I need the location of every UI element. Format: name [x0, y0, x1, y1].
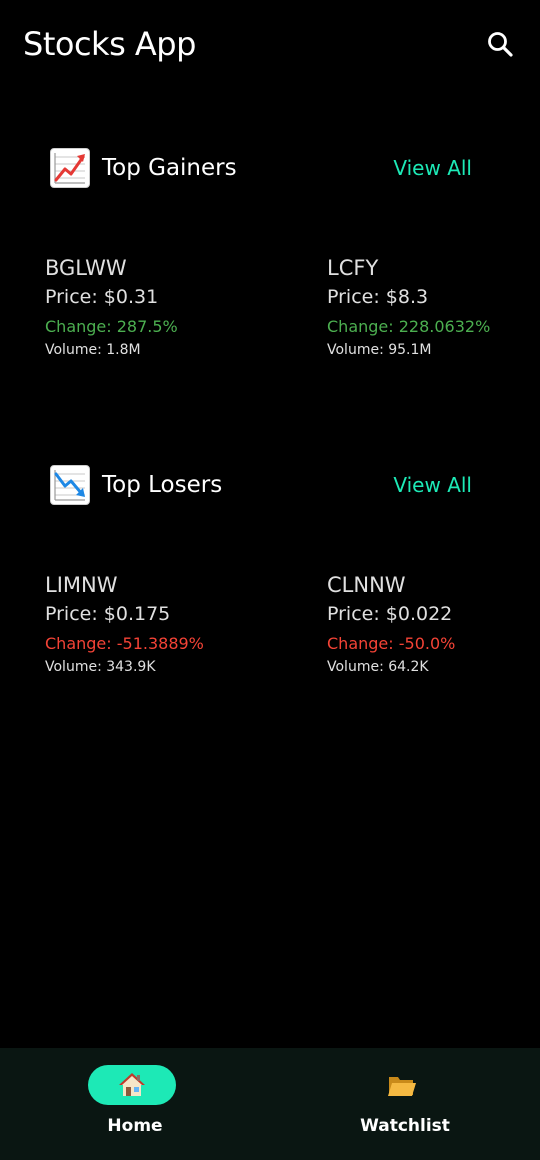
top-losers-header: Top Losers View All	[50, 465, 490, 509]
stock-change: Change: 228.0632%	[327, 317, 491, 336]
top-losers-section: Top Losers View All LIMNW Price: $0.175 …	[0, 465, 540, 695]
chart-decreasing-icon	[50, 465, 90, 505]
stock-price: Price: $8.3	[327, 286, 429, 308]
house-icon	[119, 1073, 145, 1096]
stocks-app-screen: Stocks App Top Gainers View All BGLWW Pr…	[0, 0, 540, 1160]
folder-icon	[388, 1077, 416, 1096]
stock-volume: Volume: 343.9K	[45, 659, 156, 675]
chart-increasing-icon	[50, 148, 90, 188]
top-gainers-title: Top Gainers	[102, 155, 237, 181]
stock-change: Change: -50.0%	[327, 634, 456, 653]
stock-change: Change: -51.3889%	[45, 634, 204, 653]
home-active-indicator	[88, 1065, 176, 1105]
stock-volume: Volume: 1.8M	[45, 342, 141, 358]
bottom-navigation-bar: Home Watchlist	[0, 1048, 540, 1160]
stock-card-gainer-1[interactable]: BGLWW Price: $0.31 Change: 287.5% Volume…	[45, 254, 275, 360]
nav-item-watchlist[interactable]: Watchlist	[270, 1048, 540, 1160]
search-icon	[488, 32, 513, 57]
top-gainers-view-all-button[interactable]: View All	[393, 150, 472, 186]
stock-volume: Volume: 95.1M	[327, 342, 432, 358]
stock-symbol: LCFY	[327, 256, 379, 280]
nav-label-home: Home	[107, 1116, 163, 1136]
stock-card-loser-1[interactable]: LIMNW Price: $0.175 Change: -51.3889% Vo…	[45, 571, 275, 677]
stock-price: Price: $0.175	[45, 603, 171, 625]
stock-card-loser-2[interactable]: CLNNW Price: $0.022 Change: -50.0% Volum…	[327, 571, 540, 677]
top-losers-title: Top Losers	[102, 472, 223, 498]
stock-symbol: LIMNW	[45, 573, 118, 597]
stock-change: Change: 287.5%	[45, 317, 178, 336]
app-bar: Stocks App	[0, 0, 540, 92]
nav-item-home[interactable]: Home	[0, 1048, 270, 1160]
stock-price: Price: $0.022	[327, 603, 453, 625]
top-losers-view-all-button[interactable]: View All	[393, 467, 472, 503]
nav-label-watchlist: Watchlist	[360, 1116, 450, 1136]
stock-symbol: CLNNW	[327, 573, 406, 597]
watchlist-indicator	[358, 1065, 446, 1105]
stock-price: Price: $0.31	[45, 286, 159, 308]
top-gainers-header: Top Gainers View All	[50, 148, 490, 192]
stock-symbol: BGLWW	[45, 256, 127, 280]
stock-volume: Volume: 64.2K	[327, 659, 429, 675]
stock-card-gainer-2[interactable]: LCFY Price: $8.3 Change: 228.0632% Volum…	[327, 254, 540, 360]
search-button[interactable]	[482, 26, 518, 62]
app-title: Stocks App	[23, 25, 196, 63]
top-gainers-section: Top Gainers View All BGLWW Price: $0.31 …	[0, 148, 540, 378]
